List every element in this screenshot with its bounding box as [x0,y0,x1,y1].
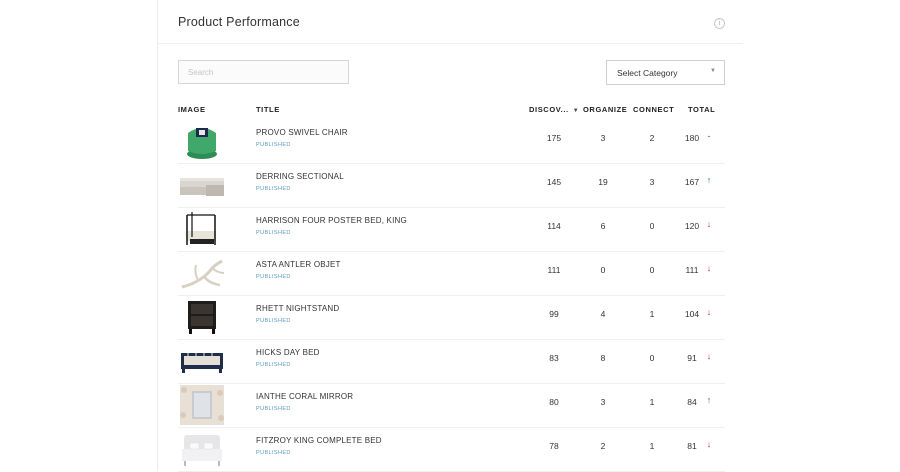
discover-count: 78 [549,441,559,451]
organize-count: 19 [598,177,608,187]
column-header-total[interactable]: TOTAL [688,105,715,114]
product-name[interactable]: HARRISON FOUR POSTER BED, KING [256,216,407,225]
trend-flat-icon: - [707,131,711,141]
table-row[interactable]: PROVO SWIVEL CHAIR PUBLISHED 175 3 2 180- [178,119,725,164]
status-badge: PUBLISHED [256,450,291,456]
table-row[interactable]: ASTA ANTLER OBJET PUBLISHED 111 0 0 111 ↓ [178,251,725,296]
trend-down-icon: ↓ [706,307,712,317]
total-count: 180 [684,133,700,143]
column-header-connect[interactable]: CONNECT [633,105,674,114]
total-count: 81 [687,441,697,451]
trend-down-icon: ↓ [706,219,712,229]
product-name[interactable]: IANTHE CORAL MIRROR [256,392,353,401]
category-select-value: Select Category [617,68,678,78]
trend-down-icon: ↓ [706,351,712,361]
product-image[interactable] [178,121,226,161]
connect-count: 1 [649,397,655,407]
connect-count: 1 [649,441,655,451]
trend-down-icon: ↓ [706,263,712,273]
product-image[interactable] [178,429,226,469]
connect-count: 0 [649,353,655,363]
total-count: 111 [685,265,699,275]
product-image[interactable] [178,253,226,293]
discover-count: 114 [547,221,561,231]
organize-count: 6 [600,221,606,231]
total-count: 84 [687,397,697,407]
product-name[interactable]: HICKS DAY BED [256,348,320,357]
connect-count: 0 [649,265,655,275]
search-box[interactable] [178,60,349,84]
total-count: 120 [684,221,700,231]
column-header-discover-label: DISCOV... [529,105,569,114]
discover-count: 175 [546,133,562,143]
status-badge: PUBLISHED [256,362,291,368]
table-row[interactable]: FITZROY KING COMPLETE BED PUBLISHED 78 2 1 81… [178,427,725,472]
chevron-down-icon: ▼ [710,68,716,74]
organize-count: 3 [600,397,606,407]
product-image[interactable] [178,297,226,337]
connect-count: 3 [649,177,655,187]
table-row[interactable]: HICKS DAY BED PUBLISHED 83 8 0 91 ↓ [178,339,725,384]
page-title: Product Performance [178,15,300,29]
discover-count: 99 [549,309,559,319]
discover-count: 80 [549,397,559,407]
product-name[interactable]: DERRING SECTIONAL [256,172,344,181]
organize-count: 4 [600,309,606,319]
discover-count: 111 [547,265,561,275]
column-header-image[interactable]: IMAGE [178,105,206,114]
table-row[interactable]: RHETT NIGHTSTAND PUBLISHED 99 4 1 104 ↓ [178,295,725,340]
product-name[interactable]: RHETT NIGHTSTAND [256,304,339,313]
connect-count: 1 [649,309,655,319]
status-badge: PUBLISHED [256,142,291,148]
total-count: 167 [684,177,700,187]
trend-up-icon: ↑ [706,175,712,185]
trend-up-icon: ↑ [706,395,712,405]
search-input[interactable] [179,61,348,83]
product-image[interactable] [178,165,226,205]
table-row[interactable]: DERRING SECTIONAL PUBLISHED 145 19 3 167 ↑ [178,163,725,208]
total-count: 91 [687,353,697,363]
organize-count: 2 [600,441,606,451]
trend-down-icon: ↓ [706,439,712,449]
organize-count: 8 [600,353,606,363]
column-header-organize[interactable]: ORGANIZE [583,105,627,114]
organize-count: 3 [600,133,606,143]
status-badge: PUBLISHED [256,406,291,412]
product-name[interactable]: PROVO SWIVEL CHAIR [256,128,348,137]
sort-desc-icon: ▼ [572,108,580,114]
product-name[interactable]: ASTA ANTLER OBJET [256,260,341,269]
product-name[interactable]: FITZROY KING COMPLETE BED [256,436,382,445]
category-select[interactable]: Select Category ▼ [606,60,725,85]
column-header-discover[interactable]: DISCOV... ▼ [529,105,579,114]
column-header-title[interactable]: TITLE [256,105,280,114]
status-badge: PUBLISHED [256,186,291,192]
product-image[interactable] [178,385,226,425]
product-image[interactable] [178,341,226,381]
status-badge: PUBLISHED [256,230,291,236]
info-icon[interactable]: i [714,18,725,29]
panel-header: Product Performance i [158,0,743,44]
status-badge: PUBLISHED [256,274,291,280]
product-performance-panel: Product Performance i Select Category ▼ … [158,0,743,472]
connect-count: 0 [649,221,655,231]
product-image[interactable] [178,209,226,249]
discover-count: 83 [549,353,559,363]
connect-count: 2 [649,133,655,143]
table-row[interactable]: HARRISON FOUR POSTER BED, KING PUBLISHED 1… [178,207,725,252]
table-row[interactable]: IANTHE CORAL MIRROR PUBLISHED 80 3 1 84 ↑ [178,383,725,428]
total-count: 104 [684,309,700,319]
status-badge: PUBLISHED [256,318,291,324]
organize-count: 0 [600,265,606,275]
discover-count: 145 [546,177,562,187]
